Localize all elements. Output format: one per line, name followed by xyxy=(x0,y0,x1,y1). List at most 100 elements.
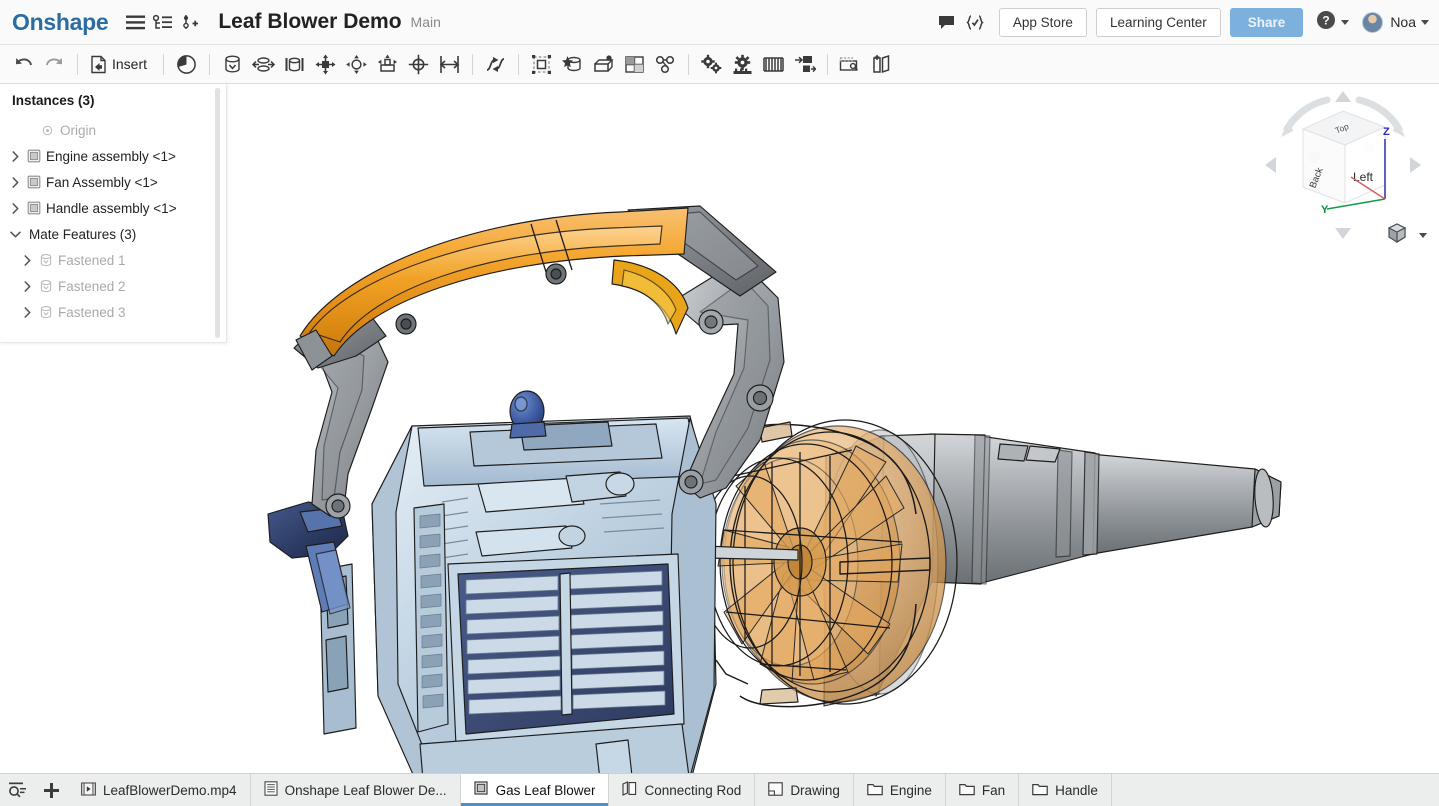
spring-icon[interactable] xyxy=(758,49,789,80)
tab-gas-leaf-blower[interactable]: Gas Leaf Blower xyxy=(460,774,610,806)
orbit-up-arrow xyxy=(1335,91,1351,102)
tab-connecting-rod[interactable]: Connecting Rod xyxy=(609,774,756,806)
video-icon xyxy=(81,781,96,799)
tree-item-mate-features[interactable]: Mate Features (3) xyxy=(0,221,226,247)
tree-item-label: Mate Features (3) xyxy=(29,226,137,242)
tab-label: Gas Leaf Blower xyxy=(495,782,596,798)
tree-item-label: Handle assembly <1> xyxy=(46,200,177,216)
revolute-mate-icon[interactable] xyxy=(248,49,279,80)
graphics-viewport[interactable]: Instances (3) Origin Engine assembly <1>… xyxy=(0,84,1439,773)
insert-mate-feature-icon[interactable] xyxy=(588,49,619,80)
share-button[interactable]: Share xyxy=(1229,7,1304,37)
tab-onshape-leaf-blower-de[interactable]: Onshape Leaf Blower De... xyxy=(250,774,461,806)
tab-label: Handle xyxy=(1055,782,1098,798)
orbit-left-arrow xyxy=(1265,157,1276,173)
chevron-right-icon[interactable] xyxy=(8,150,23,162)
exploded-view-icon[interactable] xyxy=(835,49,866,80)
hamburger-icon[interactable] xyxy=(122,7,148,37)
tab-search-icon[interactable] xyxy=(0,774,34,806)
rack-pinion-icon[interactable] xyxy=(727,49,758,80)
assembly-pattern-time-icon[interactable] xyxy=(171,49,202,80)
tree-item-label: Fastened 2 xyxy=(58,278,126,294)
axis-y-label: Y xyxy=(1321,204,1329,216)
tree-item-fastened-1[interactable]: Fastened 1 xyxy=(0,247,226,273)
slider-mate-icon[interactable] xyxy=(279,49,310,80)
tree-item-label: Fan Assembly <1> xyxy=(46,174,158,190)
instances-header: Instances (3) xyxy=(12,93,95,108)
avatar xyxy=(1362,11,1384,33)
cylindrical-mate-icon[interactable] xyxy=(372,49,403,80)
group-icon[interactable] xyxy=(526,49,557,80)
chevron-right-icon[interactable] xyxy=(8,202,23,214)
undo-icon[interactable] xyxy=(8,49,39,80)
tab-handle[interactable]: Handle xyxy=(1019,774,1112,806)
document-title[interactable]: Leaf Blower Demo xyxy=(218,10,401,34)
tree-item-origin[interactable]: Origin xyxy=(0,117,226,143)
workspace-branch[interactable]: Main xyxy=(411,14,441,30)
toolbar-separator xyxy=(472,53,474,75)
tab-drawing[interactable]: Drawing xyxy=(755,774,854,806)
mate-connector-icon[interactable] xyxy=(480,49,511,80)
pin-slot-mate-icon[interactable] xyxy=(403,49,434,80)
feature-tree-panel[interactable]: Instances (3) Origin Engine assembly <1>… xyxy=(0,84,227,343)
tab-label: Connecting Rod xyxy=(644,782,742,798)
replicate-icon[interactable] xyxy=(557,49,588,80)
insert-button[interactable]: Insert xyxy=(85,49,156,80)
learning-center-button[interactable]: Learning Center xyxy=(1095,7,1221,37)
chevron-right-icon[interactable] xyxy=(8,176,23,188)
fastened-icon xyxy=(35,305,56,320)
tree-item-label: Fastened 1 xyxy=(58,252,126,268)
shaded-cube-icon xyxy=(1386,222,1408,249)
orbit-down-arrow xyxy=(1335,228,1351,239)
drawing-icon xyxy=(768,781,784,799)
tangent-relation-icon[interactable] xyxy=(789,49,820,80)
ball-mate-icon[interactable] xyxy=(341,49,372,80)
tab-engine[interactable]: Engine xyxy=(853,774,946,806)
checks-icon[interactable] xyxy=(962,7,988,37)
display-style-dropdown[interactable] xyxy=(1386,222,1427,249)
gear-relation-icon[interactable] xyxy=(696,49,727,80)
tree-item-engine-assembly[interactable]: Engine assembly <1> xyxy=(0,143,226,169)
tree-item-fastened-3[interactable]: Fastened 3 xyxy=(0,299,226,325)
planar-mate-icon[interactable] xyxy=(310,49,341,80)
redo-icon[interactable] xyxy=(39,49,70,80)
toolbar-separator xyxy=(827,53,829,75)
axis-z-label: Z xyxy=(1383,126,1390,138)
document-tab-bar: LeafBlowerDemo.mp4 Onshape Leaf Blower D… xyxy=(0,773,1439,806)
add-tab-icon[interactable] xyxy=(34,774,68,806)
user-menu[interactable]: Noa xyxy=(1362,11,1429,33)
feature-list-icon[interactable] xyxy=(150,7,176,37)
chevron-right-icon[interactable] xyxy=(20,254,35,266)
tree-item-fan-assembly[interactable]: Fan Assembly <1> xyxy=(0,169,226,195)
help-menu[interactable]: ? xyxy=(1316,10,1350,35)
tab-label: Drawing xyxy=(790,782,840,798)
assembly-icon xyxy=(23,175,44,189)
onshape-logo[interactable]: Onshape xyxy=(12,9,109,36)
chevron-down-icon[interactable] xyxy=(8,231,23,238)
toolbar-separator xyxy=(163,53,165,75)
origin-icon xyxy=(37,125,58,136)
document-icon xyxy=(264,781,278,799)
chevron-right-icon[interactable] xyxy=(20,280,35,292)
assembly-icon xyxy=(23,149,44,163)
app-header: Onshape Leaf Blower Demo Main App Store … xyxy=(0,0,1439,45)
circular-pattern-icon[interactable] xyxy=(650,49,681,80)
assembly-icon xyxy=(23,201,44,215)
tab-leafblowerdemo-mp4[interactable]: LeafBlowerDemo.mp4 xyxy=(68,774,251,806)
app-store-button[interactable]: App Store xyxy=(998,7,1087,37)
add-version-icon[interactable] xyxy=(178,7,204,37)
tree-item-label: Engine assembly <1> xyxy=(46,148,176,164)
comment-icon[interactable] xyxy=(934,7,960,37)
tree-scrollbar[interactable] xyxy=(215,88,220,338)
parallel-mate-icon[interactable] xyxy=(434,49,465,80)
tree-item-handle-assembly[interactable]: Handle assembly <1> xyxy=(0,195,226,221)
tree-item-fastened-2[interactable]: Fastened 2 xyxy=(0,273,226,299)
tab-fan[interactable]: Fan xyxy=(945,774,1020,806)
folder-icon xyxy=(867,782,883,799)
linear-pattern-icon[interactable] xyxy=(619,49,650,80)
section-view-icon[interactable] xyxy=(866,49,897,80)
chevron-right-icon[interactable] xyxy=(20,306,35,318)
assembly-icon xyxy=(474,781,489,799)
fastened-mate-icon[interactable] xyxy=(217,49,248,80)
tree-item-label: Fastened 3 xyxy=(58,304,126,320)
